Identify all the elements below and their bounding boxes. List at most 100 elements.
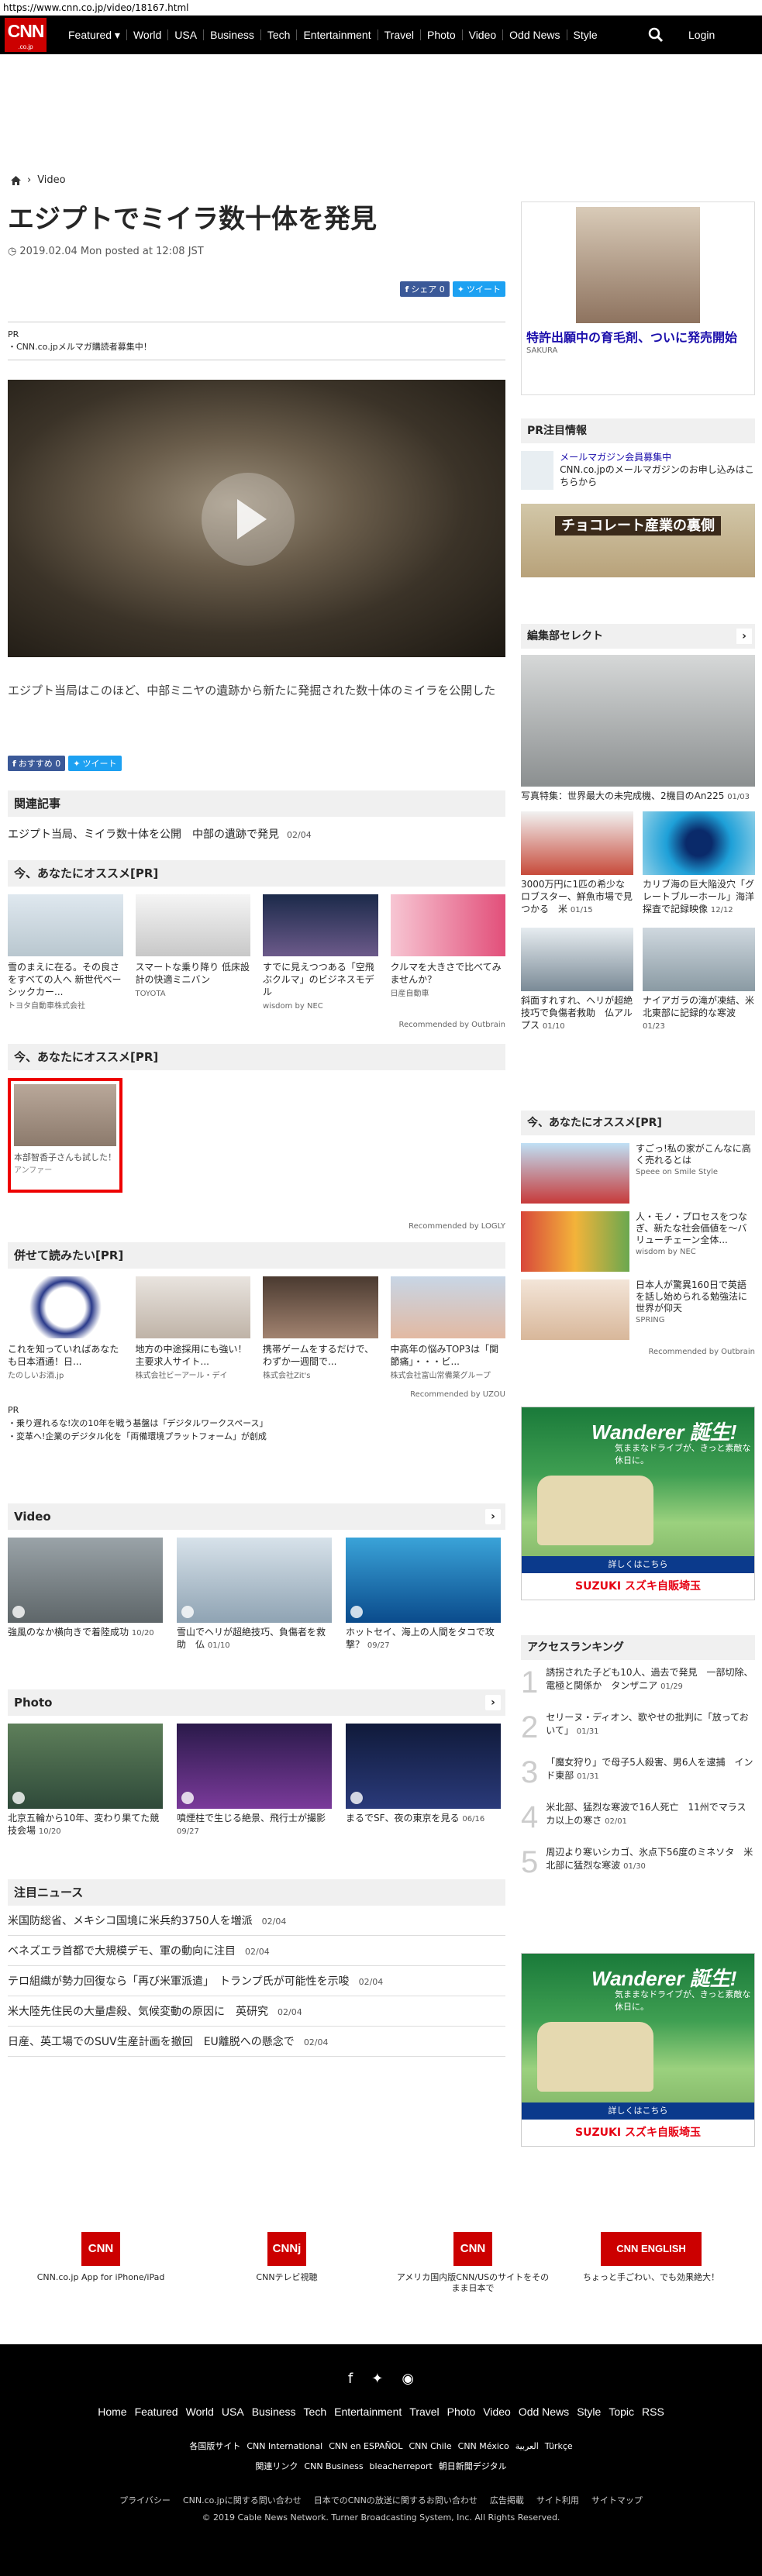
ad-cta[interactable]: 詳しくはこちら — [522, 2102, 754, 2120]
rank-item[interactable]: 3 「魔女狩り」で母子5人殺害、男6人を逮捕 インド東部 01/31 — [521, 1750, 755, 1795]
footer-link[interactable]: サイトマップ — [591, 2495, 643, 2505]
home-icon[interactable] — [11, 175, 21, 185]
rank-item[interactable]: 4 米北部、猛烈な寒波で16人死亡 11州でマラスカ以上の寒さ 02/01 — [521, 1795, 755, 1840]
editor-item[interactable]: 3000万円に1匹の希少なロブスター、鮮魚市場で見つかる 米 01/15 — [521, 811, 633, 917]
login-link[interactable]: Login — [688, 29, 715, 41]
outbrain-credit[interactable]: Recommended by Outbrain — [8, 1021, 505, 1029]
footer-link[interactable]: World — [186, 2406, 214, 2418]
rank-item[interactable]: 5 周辺より寒いシカゴ、氷点下56度のミネソタ 米北部に猛烈な寒波 01/30 — [521, 1840, 755, 1885]
footer-link[interactable]: 広告掲載 — [490, 2495, 524, 2505]
newsletter-link[interactable]: メールマガジン会員募集中 CNN.co.jpのメールマガジンのお申し込みはこちらか… — [521, 451, 755, 490]
footer-link[interactable]: Business — [252, 2406, 296, 2418]
footer-link[interactable]: العربية — [515, 2441, 539, 2451]
nav-tech[interactable]: Tech — [261, 29, 298, 40]
logly-credit[interactable]: Recommended by LOGLY — [409, 1222, 505, 1231]
footer-link[interactable]: CNN.co.jpに関する問い合わせ — [183, 2495, 302, 2505]
footer-link[interactable]: bleacherreport — [370, 2461, 433, 2471]
nav-entertainment[interactable]: Entertainment — [297, 29, 378, 40]
editor-item[interactable]: 斜面すれすれ、ヘリが超絶技巧で負傷者救助 仏アルプス 01/10 — [521, 928, 633, 1033]
footer-link[interactable]: Home — [98, 2406, 126, 2418]
app-link-tv[interactable]: CNNj CNNテレビ視聴 — [209, 2232, 364, 2283]
editor-main-item[interactable]: 写真特集：世界最大の未完成機、2機目のAn225 01/03 — [521, 655, 755, 804]
facebook-share-button[interactable]: f シェア 0 — [400, 281, 450, 297]
footer-link[interactable]: Travel — [409, 2406, 439, 2418]
play-icon[interactable] — [202, 473, 295, 566]
app-link-iphone[interactable]: CNN CNN.co.jp App for iPhone/iPad — [23, 2232, 178, 2283]
nav-oddnews[interactable]: Odd News — [503, 29, 567, 40]
news-item[interactable]: 米大陸先住民の大量虐殺、気候変動の原因に 英研究 02/04 — [8, 1996, 505, 2027]
news-item[interactable]: 米国防総省、メキシコ国境に米兵約3750人を増派 02/04 — [8, 1906, 505, 1936]
editor-item[interactable]: カリブ海の巨大陥没穴「グレートブルーホール」海洋探査で記録映像 12/12 — [643, 811, 755, 917]
rec-item[interactable]: 人・モノ・プロセスをつなぎ、新たな社会価値を～バリューチェーン全体... wisd… — [521, 1211, 755, 1272]
footer-link[interactable]: プライバシー — [119, 2495, 171, 2505]
ad-cta[interactable]: 詳しくはこちら — [522, 1556, 754, 1573]
video-player[interactable] — [8, 380, 505, 657]
rec-card[interactable]: 雪のまえに在る。その良さをすべての人へ 新世代ベーシックカー... トヨタ自動車株… — [8, 894, 123, 1013]
news-item[interactable]: テロ組織が勢力回復なら「再び米軍派遣」 トランプ氏が可能性を示唆 02/04 — [8, 1966, 505, 1996]
rss-icon[interactable]: ◉ — [402, 2371, 414, 2387]
nav-style[interactable]: Style — [567, 29, 604, 40]
nav-photo[interactable]: Photo — [421, 29, 463, 40]
uzou-credit[interactable]: Recommended by UZOU — [8, 1390, 505, 1399]
footer-link[interactable]: 日本でのCNNの放送に関するお問い合わせ — [314, 2495, 478, 2505]
footer-link[interactable]: RSS — [642, 2406, 664, 2418]
twitter-tweet-button[interactable]: ✦ ツイート — [68, 756, 122, 771]
twitter-share-button[interactable]: ✦ ツイート — [452, 281, 505, 297]
photo-card[interactable]: まるでSF、夜の東京を見る 06/16 — [346, 1724, 501, 1838]
rank-item[interactable]: 2 セリーヌ・ディオン、歌やせの批判に「放っておいて」 01/31 — [521, 1705, 755, 1750]
footer-link[interactable]: USA — [222, 2406, 244, 2418]
video-card[interactable]: 雪山でヘリが超絶技巧、負傷者を救助 仏 01/10 — [177, 1538, 332, 1652]
rec-item[interactable]: 日本人が驚異160日で英語を話し始められる勉強法に世界が仰天 SPRING — [521, 1279, 755, 1340]
rank-item[interactable]: 1 誘拐された子ども10人、過去で発見 一部切除、電極と関係か タンザニア 01/… — [521, 1660, 755, 1705]
footer-link[interactable]: CNN Chile — [409, 2441, 451, 2451]
search-icon[interactable] — [648, 27, 664, 43]
footer-link[interactable]: Video — [483, 2406, 511, 2418]
app-link-us[interactable]: CNN アメリカ国内版CNN/USのサイトをそのまま日本で — [395, 2232, 550, 2294]
footer-link[interactable]: 朝日新聞デジタル — [439, 2461, 507, 2471]
nav-featured[interactable]: Featured ▾ — [62, 29, 127, 40]
rec-card[interactable]: 本部智香子さんも試した！ アンファー — [8, 1078, 122, 1193]
nav-video[interactable]: Video — [463, 29, 504, 40]
chevron-right-icon[interactable]: › — [736, 629, 752, 644]
nav-business[interactable]: Business — [204, 29, 261, 40]
breadcrumb-video[interactable]: Video — [37, 174, 65, 186]
suzuki-ad-2[interactable]: Wanderer 誕生! 気ままなドライブが、きっと素敵な休日に。 詳しくはこち… — [521, 1953, 755, 2147]
chevron-right-icon[interactable]: › — [485, 1509, 501, 1524]
suzuki-ad[interactable]: Wanderer 誕生! 気ままなドライブが、きっと素敵な休日に。 詳しくはこち… — [521, 1407, 755, 1600]
rec-item[interactable]: すごっ!私の家がこんなに高く売れるとは Speee on Smile Style — [521, 1143, 755, 1204]
footer-link[interactable]: サイト利用 — [536, 2495, 579, 2505]
photo-card[interactable]: 北京五輪から10年、変わり果てた競技会場 10/20 — [8, 1724, 163, 1838]
sidebar-ad[interactable]: 特許出願中の育毛剤、ついに発売開始 SAKURA — [521, 201, 755, 395]
cnn-logo[interactable]: CNN .co.jp — [5, 18, 47, 52]
nav-travel[interactable]: Travel — [378, 29, 422, 40]
footer-link[interactable]: Style — [577, 2406, 601, 2418]
footer-link[interactable]: Türkçe — [545, 2441, 573, 2451]
rec-card[interactable]: すでに見えつつある「空飛ぶクルマ」のビジネスモデル wisdom by NEC — [263, 894, 378, 1013]
editor-item[interactable]: ナイアガラの滝が凍結、米北東部に記録的な寒波 01/23 — [643, 928, 755, 1033]
footer-link[interactable]: Odd News — [519, 2406, 569, 2418]
facebook-like-button[interactable]: f おすすめ 0 — [8, 756, 66, 771]
footer-link[interactable]: Topic — [609, 2406, 634, 2418]
facebook-icon[interactable]: f — [348, 2371, 353, 2387]
footer-link[interactable]: Featured — [135, 2406, 178, 2418]
photo-card[interactable]: 噴煙柱で生じる絶景、飛行士が撮影 09/27 — [177, 1724, 332, 1838]
pr-link[interactable]: ・CNN.co.jpメルマガ購読者募集中！ — [8, 341, 505, 353]
outbrain-credit[interactable]: Recommended by Outbrain — [521, 1348, 755, 1356]
nav-usa[interactable]: USA — [168, 29, 205, 40]
url-bar[interactable]: https://www.cnn.co.jp/video/18167.html — [0, 0, 762, 15]
rec-card[interactable]: クルマを大きさで比べてみませんか？ 日産自動車 — [390, 894, 505, 1013]
video-card[interactable]: ホットセイ、海上の人間をタコで攻撃？ 09/27 — [346, 1538, 501, 1652]
footer-link[interactable]: CNN Business — [304, 2461, 363, 2471]
nav-world[interactable]: World — [127, 29, 169, 40]
pr-link[interactable]: ・変革へ!企業のデジタル化を「両備環境プラットフォーム」が創成 — [8, 1430, 505, 1443]
rec-card[interactable]: スマートな乗り降り 低床設計の快適ミニバン TOYOTA — [135, 894, 250, 1013]
news-item[interactable]: 日産、英工場でのSUV生産計画を撤回 EU離脱への懸念で 02/04 — [8, 2027, 505, 2057]
rec-card[interactable]: これを知っていればあなたも日本酒通！日... たのしいお酒.jp — [8, 1276, 123, 1383]
rec-card[interactable]: 地方の中途採用にも強い！主要求人サイト... 株式会社ビーアール・デイ — [135, 1276, 250, 1383]
footer-link[interactable]: Entertainment — [334, 2406, 402, 2418]
news-item[interactable]: ベネズエラ首都で大規模デモ、軍の動向に注目 02/04 — [8, 1936, 505, 1966]
footer-link[interactable]: Photo — [447, 2406, 476, 2418]
video-card[interactable]: 強風のなか横向きで着陸成功 10/20 — [8, 1538, 163, 1652]
related-link[interactable]: エジプト当局、ミイラ数十体を公開 中部の遺跡で発見 02/04 — [8, 826, 505, 842]
app-link-english[interactable]: CNN ENGLISH ちょっと手ごわい、でも効果絶大！ — [574, 2232, 729, 2283]
